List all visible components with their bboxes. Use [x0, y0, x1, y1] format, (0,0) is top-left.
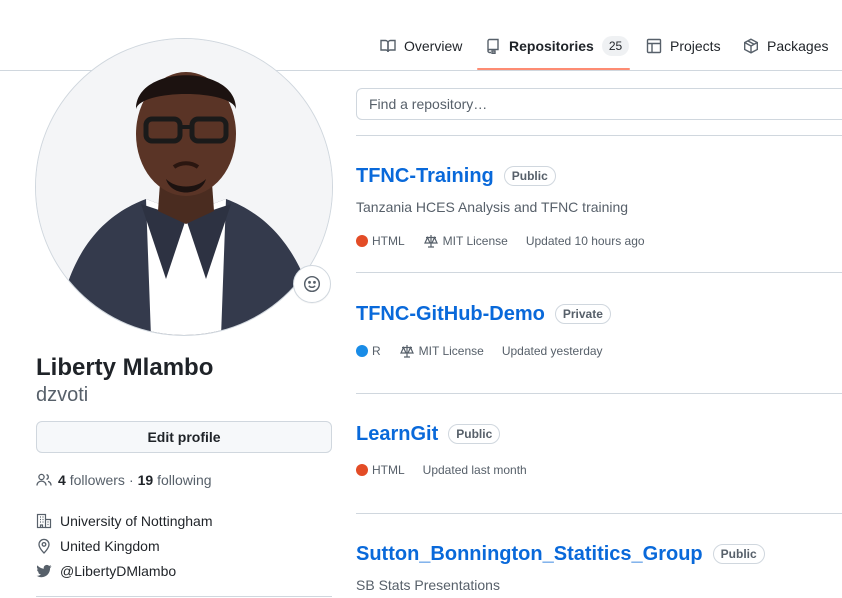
following-link[interactable]: 19 following	[138, 472, 212, 488]
find-repository-input[interactable]	[356, 88, 842, 120]
twitter-icon	[36, 564, 52, 578]
repo-icon	[487, 38, 499, 54]
tab-projects-label: Projects	[670, 38, 721, 54]
list-divider	[356, 513, 842, 514]
profile-full-name: Liberty Mlambo	[36, 354, 214, 381]
tab-repositories[interactable]: Repositories 25	[485, 33, 630, 59]
language-color-dot	[356, 345, 368, 357]
repo-license[interactable]: MIT License	[423, 233, 508, 249]
repo-name-link[interactable]: LearnGit	[356, 423, 438, 446]
law-icon	[423, 235, 438, 248]
language-name: HTML	[372, 234, 405, 248]
visibility-badge: Public	[448, 424, 501, 444]
repo-list-item: TFNC-Training Public Tanzania HCES Analy…	[356, 163, 842, 249]
set-status-button[interactable]	[293, 265, 331, 303]
repo-language: HTML	[356, 234, 405, 248]
edit-profile-button[interactable]: Edit profile	[36, 421, 332, 453]
list-divider	[356, 272, 842, 273]
repo-language: R	[356, 344, 381, 358]
organization-icon	[36, 513, 52, 529]
language-color-dot	[356, 464, 368, 476]
organization-text: University of Nottingham	[60, 513, 213, 529]
repo-name-link[interactable]: TFNC-GitHub-Demo	[356, 303, 545, 326]
location-icon	[38, 538, 50, 554]
license-name: MIT License	[442, 234, 508, 248]
tab-repositories-label: Repositories	[509, 38, 594, 54]
repo-list-item: LearnGit Public HTML Updated last month	[356, 421, 842, 477]
repo-license[interactable]: MIT License	[399, 343, 484, 359]
language-name: HTML	[372, 463, 405, 477]
sidebar-divider	[36, 596, 332, 597]
book-icon	[380, 39, 396, 53]
tab-overview-label: Overview	[404, 38, 463, 54]
language-color-dot	[356, 235, 368, 247]
vcard-twitter[interactable]: @LibertyDMlambo	[36, 563, 176, 579]
law-icon	[399, 345, 414, 358]
followers-link[interactable]: 4 followers	[58, 472, 125, 488]
tab-packages[interactable]: Packages	[743, 33, 828, 59]
follow-stats: 4 followers · 19 following	[36, 472, 212, 488]
twitter-handle: @LibertyDMlambo	[60, 563, 177, 579]
repo-name-link[interactable]: TFNC-Training	[356, 165, 494, 188]
visibility-badge: Private	[554, 304, 611, 324]
followers-count: 4	[58, 472, 66, 488]
list-divider	[356, 393, 842, 394]
location-text: United Kingdom	[60, 538, 160, 554]
visibility-badge: Public	[503, 166, 556, 186]
tab-overview[interactable]: Overview	[380, 33, 462, 59]
following-label: following	[157, 472, 212, 488]
repo-name-link[interactable]: Sutton_Bonnington_Statitics_Group	[356, 543, 703, 566]
repo-list-item: TFNC-GitHub-Demo Private R MIT License U…	[356, 301, 842, 359]
repo-list-item: Sutton_Bonnington_Statitics_Group Public…	[356, 541, 842, 593]
repo-updated: Updated 10 hours ago	[525, 234, 645, 248]
vcard-location: United Kingdom	[36, 538, 160, 554]
package-icon	[744, 38, 758, 54]
follow-separator: ·	[128, 472, 134, 488]
active-tab-underline	[477, 68, 630, 70]
repo-updated: Updated last month	[422, 463, 527, 477]
avatar-photo	[36, 39, 332, 335]
table-icon	[646, 38, 662, 54]
tab-projects[interactable]: Projects	[646, 33, 721, 59]
language-name: R	[372, 344, 381, 358]
profile-username: dzvoti	[36, 384, 89, 406]
repo-updated: Updated yesterday	[501, 344, 603, 358]
tab-packages-label: Packages	[767, 38, 829, 54]
repo-description: Tanzania HCES Analysis and TFNC training	[356, 199, 629, 215]
repo-description: SB Stats Presentations	[356, 577, 500, 593]
followers-label: followers	[69, 472, 125, 488]
list-divider	[356, 135, 842, 136]
license-name: MIT License	[418, 344, 484, 358]
repositories-count-badge: 25	[601, 36, 630, 56]
people-icon	[36, 473, 52, 486]
vcard-organization: University of Nottingham	[36, 513, 213, 529]
smiley-icon	[303, 275, 321, 293]
repo-language: HTML	[356, 463, 405, 477]
profile-avatar[interactable]	[35, 38, 333, 336]
visibility-badge: Public	[712, 544, 765, 564]
following-count: 19	[137, 472, 154, 488]
